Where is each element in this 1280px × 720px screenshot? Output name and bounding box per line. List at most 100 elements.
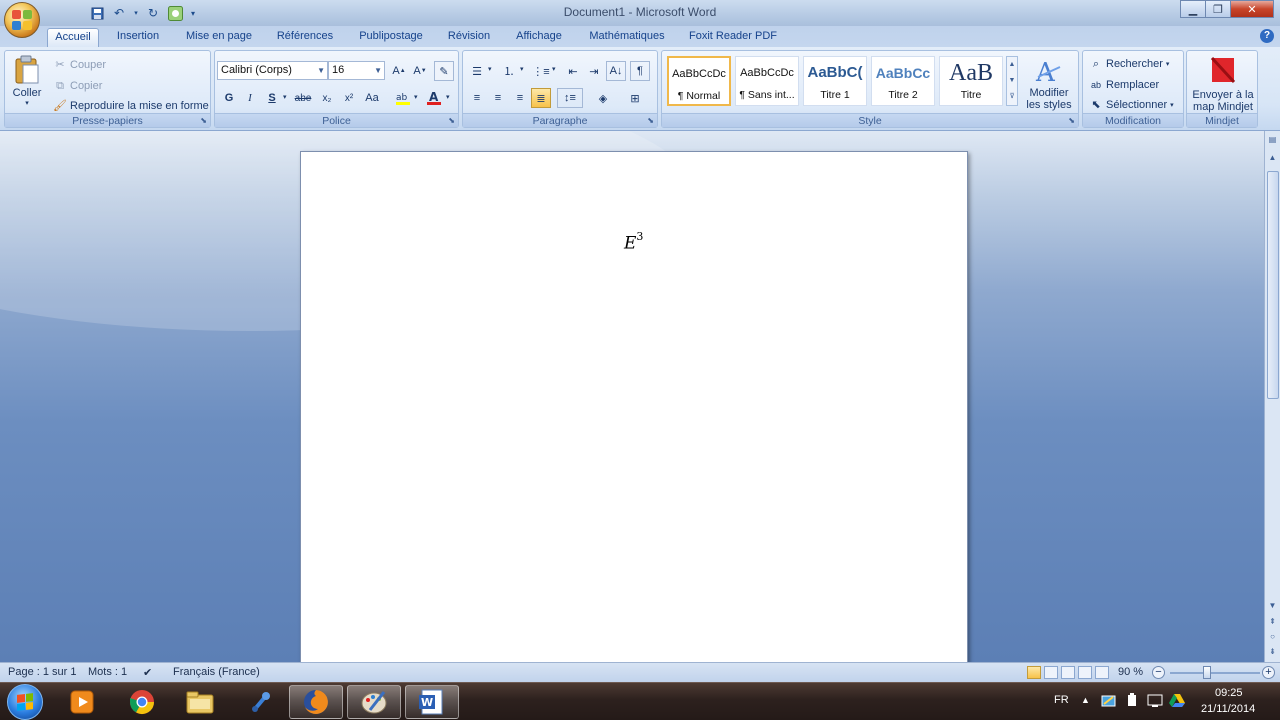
clear-formatting-icon[interactable]: ✎ bbox=[434, 61, 454, 81]
italic-button[interactable]: I bbox=[240, 88, 260, 108]
dialog-launcher-icon[interactable]: ⬊ bbox=[200, 116, 207, 125]
next-page-icon[interactable]: ⇟ bbox=[1266, 645, 1279, 658]
close-button[interactable]: ✕ bbox=[1230, 0, 1274, 18]
full-screen-reading-view-icon[interactable] bbox=[1044, 666, 1058, 679]
copy-button[interactable]: ⧉ Copier bbox=[53, 79, 102, 93]
show-hidden-icons-icon[interactable]: ▲ bbox=[1081, 695, 1090, 705]
pilcrow-icon[interactable]: ¶ bbox=[630, 61, 650, 81]
document-page[interactable]: E3 bbox=[300, 151, 968, 662]
underline-button[interactable]: S bbox=[262, 88, 282, 108]
justify-icon[interactable]: ≣ bbox=[531, 88, 551, 108]
equation[interactable]: E3 bbox=[624, 230, 643, 254]
increase-indent-icon[interactable]: ⇥ bbox=[584, 61, 604, 81]
clock-date[interactable]: 21/11/2014 bbox=[1201, 703, 1255, 715]
media-player-icon[interactable] bbox=[55, 685, 109, 719]
styles-gallery-scroll[interactable]: ▲ ▼ ⊽ bbox=[1006, 56, 1018, 106]
scroll-down-icon[interactable]: ▼ bbox=[1266, 599, 1279, 612]
scroll-up-icon[interactable]: ▲ bbox=[1266, 151, 1279, 164]
chrome-icon[interactable] bbox=[115, 685, 169, 719]
subscript-button[interactable]: x₂ bbox=[317, 88, 337, 108]
numbering-icon[interactable]: ⒈ bbox=[499, 61, 519, 81]
tab-foxit-reader-pdf[interactable]: Foxit Reader PDF bbox=[686, 28, 780, 47]
tab-publipostage[interactable]: Publipostage bbox=[351, 28, 431, 47]
browse-object-icon[interactable]: ○ bbox=[1266, 630, 1279, 643]
action-center-icon[interactable] bbox=[1147, 693, 1163, 711]
tab-revision[interactable]: Révision bbox=[442, 28, 496, 47]
tab-mise-en-page[interactable]: Mise en page bbox=[180, 28, 258, 47]
font-size-combo[interactable]: 16 ▼ bbox=[328, 61, 385, 80]
dialog-launcher-icon[interactable]: ⬊ bbox=[647, 116, 654, 125]
zoom-level[interactable]: 90 % bbox=[1118, 666, 1143, 678]
font-color-icon[interactable]: A bbox=[424, 88, 444, 108]
strikethrough-button[interactable]: abe bbox=[293, 88, 313, 108]
paint-icon[interactable] bbox=[347, 685, 401, 719]
minimize-button[interactable]: ▁ bbox=[1180, 0, 1206, 18]
network-tray-icon[interactable] bbox=[1101, 693, 1116, 711]
dialog-launcher-icon[interactable]: ⬊ bbox=[448, 116, 455, 125]
find-button[interactable]: ⌕ Rechercher ▾ bbox=[1089, 57, 1169, 71]
tab-references[interactable]: Références bbox=[272, 28, 338, 47]
grow-font-icon[interactable]: A ▲ bbox=[389, 61, 409, 81]
cut-button[interactable]: ✂ Couper bbox=[53, 58, 106, 72]
pinned-app-icon[interactable] bbox=[233, 685, 287, 719]
style-normal[interactable]: AaBbCcDc ¶ Normal bbox=[667, 56, 731, 106]
font-name-combo[interactable]: Calibri (Corps) ▼ bbox=[217, 61, 328, 80]
language-status[interactable]: Français (France) bbox=[173, 666, 260, 678]
clock-time[interactable]: 09:25 bbox=[1215, 687, 1243, 699]
shrink-font-icon[interactable]: A ▼ bbox=[410, 61, 430, 81]
tab-insertion[interactable]: Insertion bbox=[110, 28, 166, 47]
sort-icon[interactable]: A↓ bbox=[606, 61, 626, 81]
send-to-mindjet-button[interactable]: Envoyer à la map Mindjet bbox=[1189, 55, 1257, 113]
modify-styles-button[interactable]: A Modifier les styles bbox=[1022, 57, 1076, 111]
highlight-icon[interactable]: ab bbox=[393, 88, 413, 108]
proofing-icon[interactable]: ✔ bbox=[143, 666, 152, 679]
bullets-dropdown-icon[interactable]: ▾ bbox=[488, 65, 492, 73]
decrease-indent-icon[interactable]: ⇤ bbox=[563, 61, 583, 81]
align-left-icon[interactable]: ≡ bbox=[467, 88, 487, 108]
zoom-out-icon[interactable]: − bbox=[1152, 666, 1165, 679]
tab-accueil[interactable]: Accueil bbox=[47, 28, 99, 47]
word-icon[interactable]: W bbox=[405, 685, 459, 719]
change-case-button[interactable]: Aa bbox=[362, 88, 382, 108]
maximize-button[interactable]: ❐ bbox=[1205, 0, 1231, 18]
bold-button[interactable]: G bbox=[219, 88, 239, 108]
superscript-button[interactable]: x² bbox=[339, 88, 359, 108]
tab-mathematiques[interactable]: Mathématiques bbox=[583, 28, 671, 47]
language-indicator[interactable]: FR bbox=[1054, 694, 1069, 706]
font-color-dropdown-icon[interactable]: ▾ bbox=[446, 93, 450, 101]
dialog-launcher-icon[interactable]: ⬊ bbox=[1068, 116, 1075, 125]
outline-view-icon[interactable] bbox=[1078, 666, 1092, 679]
scrollbar-thumb[interactable] bbox=[1267, 171, 1279, 399]
start-button[interactable] bbox=[7, 684, 43, 720]
ruler-toggle-icon[interactable]: ▤ bbox=[1266, 133, 1279, 146]
style-titre-2[interactable]: AaBbCc Titre 2 bbox=[871, 56, 935, 106]
zoom-slider-thumb[interactable] bbox=[1203, 666, 1211, 679]
underline-dropdown-icon[interactable]: ▾ bbox=[283, 93, 287, 101]
style-sans-interligne[interactable]: AaBbCcDc ¶ Sans int... bbox=[735, 56, 799, 106]
line-spacing-icon[interactable]: ↕≡ bbox=[557, 88, 583, 108]
select-button[interactable]: ⬉ Sélectionner ▾ bbox=[1089, 98, 1173, 112]
tab-affichage[interactable]: Affichage bbox=[509, 28, 569, 47]
vertical-scrollbar[interactable]: ▤ ▲ ▼ ⇞ ○ ⇟ bbox=[1264, 131, 1280, 662]
multilevel-dropdown-icon[interactable]: ▾ bbox=[552, 65, 556, 73]
replace-button[interactable]: ab Remplacer bbox=[1089, 78, 1159, 92]
page-count[interactable]: Page : 1 sur 1 bbox=[8, 666, 77, 678]
file-explorer-icon[interactable] bbox=[173, 685, 227, 719]
borders-icon[interactable]: ⊞ bbox=[621, 88, 649, 108]
google-drive-icon[interactable] bbox=[1169, 693, 1185, 711]
print-layout-view-icon[interactable] bbox=[1027, 666, 1041, 679]
style-titre[interactable]: AaB Titre bbox=[939, 56, 1003, 106]
previous-page-icon[interactable]: ⇞ bbox=[1266, 615, 1279, 628]
style-titre-1[interactable]: AaBbC( Titre 1 bbox=[803, 56, 867, 106]
multilevel-list-icon[interactable]: ⋮≡ bbox=[531, 61, 551, 81]
bullets-icon[interactable]: ☰ bbox=[467, 61, 487, 81]
firefox-icon[interactable] bbox=[289, 685, 343, 719]
office-button[interactable] bbox=[4, 2, 40, 38]
paste-button[interactable]: Coller ▾ bbox=[9, 55, 45, 107]
zoom-in-icon[interactable]: + bbox=[1262, 666, 1275, 679]
help-icon[interactable]: ? bbox=[1260, 29, 1274, 43]
word-count[interactable]: Mots : 1 bbox=[88, 666, 127, 678]
highlight-dropdown-icon[interactable]: ▾ bbox=[414, 93, 418, 101]
draft-view-icon[interactable] bbox=[1095, 666, 1109, 679]
shading-icon[interactable]: ◈ bbox=[590, 88, 616, 108]
